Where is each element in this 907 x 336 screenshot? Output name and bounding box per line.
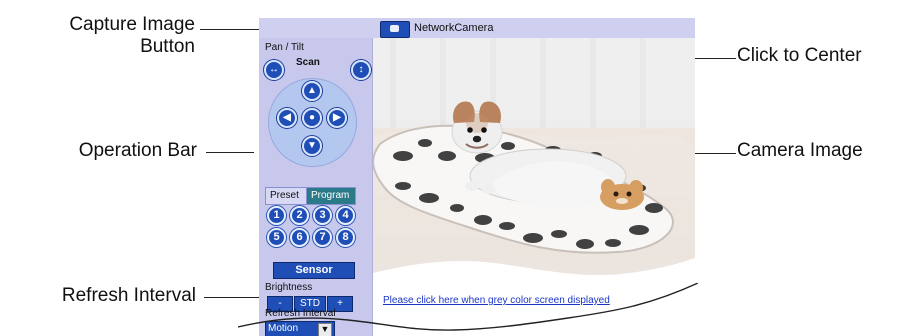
camera-image[interactable] — [373, 38, 695, 283]
pan-down-button[interactable]: ▼ — [302, 136, 322, 156]
home-icon: ● — [308, 112, 316, 123]
arrow-up-icon: ▲ — [307, 85, 317, 96]
scan-left-icon: ↔ — [269, 64, 279, 75]
sensor-button[interactable]: Sensor — [273, 262, 355, 279]
capture-image-button[interactable] — [380, 21, 410, 38]
callout-camera-image: Camera Image — [737, 140, 863, 161]
callout-click-to-center: Click to Center — [737, 45, 862, 66]
tab-program[interactable]: Program — [306, 187, 356, 205]
preset-button-5[interactable]: 5 — [267, 228, 286, 247]
pan-up-button[interactable]: ▲ — [302, 81, 322, 101]
arrow-down-icon: ▼ — [307, 140, 317, 151]
pan-home-button[interactable]: ● — [302, 108, 322, 128]
scan-right-button[interactable]: ↕ — [351, 60, 371, 80]
scan-label: Scan — [296, 57, 320, 68]
arrow-right-icon: ▶ — [333, 112, 341, 123]
preset-button-2[interactable]: 2 — [290, 206, 309, 225]
title-bar: NetworkCamera — [259, 18, 695, 38]
tab-preset[interactable]: Preset — [265, 187, 309, 205]
torn-edge — [238, 283, 698, 331]
preset-button-3[interactable]: 3 — [313, 206, 332, 225]
arrow-left-icon: ◀ — [283, 112, 291, 123]
scan-right-icon: ↕ — [358, 64, 364, 75]
pan-left-button[interactable]: ◀ — [277, 108, 297, 128]
preset-button-6[interactable]: 6 — [290, 228, 309, 247]
pan-tilt-label: Pan / Tilt — [265, 42, 304, 53]
leader-click-to-center — [690, 58, 736, 59]
preset-button-7[interactable]: 7 — [313, 228, 332, 247]
preset-button-8[interactable]: 8 — [336, 228, 355, 247]
preset-button-4[interactable]: 4 — [336, 206, 355, 225]
callout-capture-image-button: Capture Image Button — [69, 14, 195, 57]
leader-operation-bar — [206, 152, 254, 153]
scan-left-button[interactable]: ↔ — [264, 60, 284, 80]
window-title: NetworkCamera — [414, 22, 494, 34]
camera-scene — [373, 38, 695, 283]
preset-button-1[interactable]: 1 — [267, 206, 286, 225]
callout-refresh-interval: Refresh Interval — [61, 285, 196, 306]
pan-right-button[interactable]: ▶ — [327, 108, 347, 128]
callout-operation-bar: Operation Bar — [78, 140, 197, 161]
